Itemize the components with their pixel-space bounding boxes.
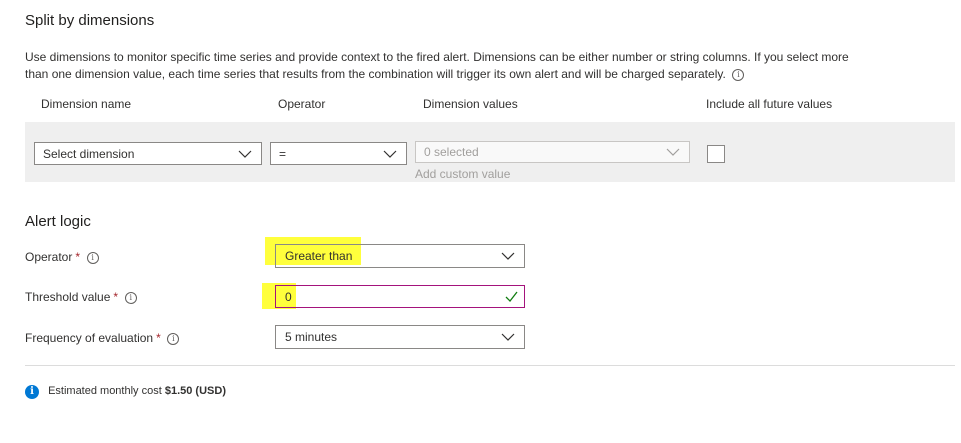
estimated-cost: i Estimated monthly cost $1.50 (USD) bbox=[25, 385, 226, 399]
operator-dropdown[interactable]: = bbox=[270, 142, 407, 165]
alert-operator-value: Greater than bbox=[285, 249, 353, 263]
chevron-down-icon bbox=[501, 333, 515, 341]
operator-value: = bbox=[279, 146, 287, 161]
info-icon[interactable]: i bbox=[732, 68, 745, 81]
split-section-title: Split by dimensions bbox=[25, 12, 155, 29]
frequency-label: Frequency of evaluation * i bbox=[25, 331, 180, 345]
col-header-operator: Operator bbox=[278, 97, 326, 111]
chevron-down-icon bbox=[383, 150, 397, 158]
alert-logic-title: Alert logic bbox=[25, 213, 91, 230]
split-description-line2: than one dimension value, each time seri… bbox=[25, 66, 940, 83]
include-future-checkbox[interactable] bbox=[707, 145, 725, 163]
required-marker: * bbox=[156, 331, 161, 345]
alert-operator-dropdown[interactable]: Greater than bbox=[275, 244, 525, 268]
chevron-down-icon bbox=[238, 150, 252, 158]
frequency-value: 5 minutes bbox=[285, 330, 338, 344]
operator-label: Operator * i bbox=[25, 250, 99, 264]
checkmark-icon bbox=[505, 291, 518, 302]
chevron-down-icon bbox=[501, 252, 515, 260]
frequency-dropdown[interactable]: 5 minutes bbox=[275, 325, 525, 349]
threshold-input[interactable]: 0 bbox=[275, 285, 525, 308]
dimension-values-value: 0 selected bbox=[424, 145, 479, 159]
info-icon[interactable]: i bbox=[167, 332, 180, 345]
split-description: Use dimensions to monitor specific time … bbox=[25, 49, 940, 83]
info-icon: i bbox=[25, 385, 39, 399]
dimension-values-dropdown[interactable]: 0 selected bbox=[415, 141, 690, 163]
dimension-name-value: Select dimension bbox=[43, 146, 135, 161]
add-custom-value-link[interactable]: Add custom value bbox=[415, 167, 510, 181]
col-header-dimension-values: Dimension values bbox=[423, 97, 518, 111]
col-header-include-future: Include all future values bbox=[706, 97, 833, 111]
threshold-label: Threshold value * i bbox=[25, 290, 137, 304]
split-description-line1: Use dimensions to monitor specific time … bbox=[25, 50, 849, 64]
info-icon[interactable]: i bbox=[124, 291, 137, 304]
chevron-down-icon bbox=[666, 148, 680, 156]
dimension-name-dropdown[interactable]: Select dimension bbox=[34, 142, 262, 165]
divider bbox=[25, 365, 955, 366]
estimated-cost-label: Estimated monthly cost bbox=[48, 385, 162, 397]
estimated-cost-amount: $1.50 (USD) bbox=[164, 385, 226, 397]
info-icon[interactable]: i bbox=[86, 251, 99, 264]
threshold-value: 0 bbox=[285, 289, 292, 304]
required-marker: * bbox=[113, 290, 119, 304]
col-header-dimension-name: Dimension name bbox=[41, 97, 132, 111]
required-marker: * bbox=[75, 250, 81, 264]
